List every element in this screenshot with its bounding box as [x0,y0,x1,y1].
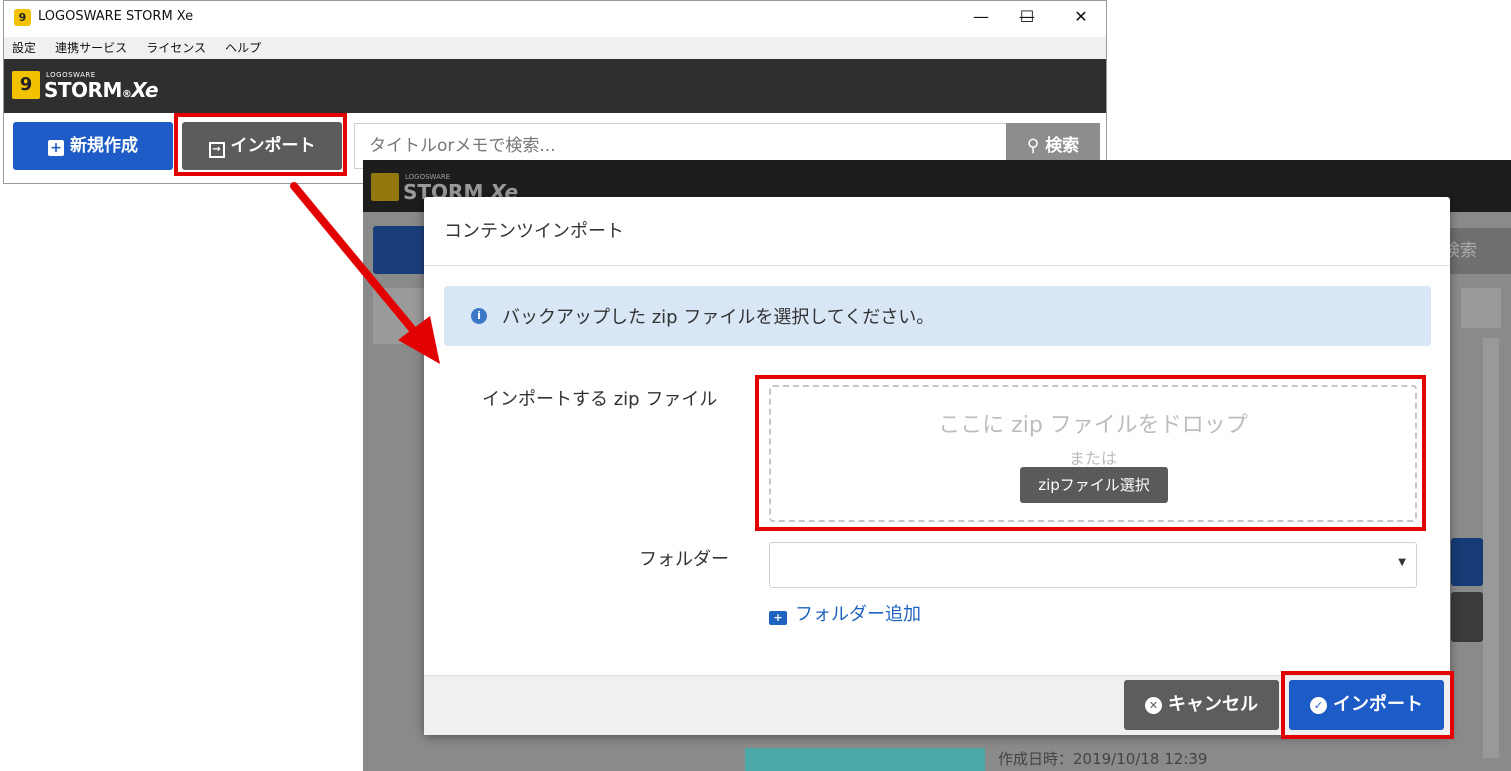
folder-label: フォルダー [639,549,729,570]
maximize-button[interactable]: ☐ [1004,1,1050,35]
folder-plus-icon: + [769,611,787,625]
menu-item-settings[interactable]: 設定 [12,37,36,59]
highlight-import-confirm [1281,671,1454,739]
menu-bar: 設定 連携サービス ライセンス ヘルプ [4,37,1106,59]
scrollbar[interactable] [1483,338,1499,758]
minimize-button-2[interactable]: — [958,1,1004,35]
modal-divider [424,265,1450,266]
new-content-button[interactable]: + 新規作成 [13,122,173,170]
content-created-date: 作成日時：2019/10/18 12:39 [998,750,1208,768]
window-title: LOGOSWARE STORM Xe [38,9,194,24]
highlight-import-toolbar [174,113,347,176]
close-button[interactable]: ✕ [1058,1,1104,35]
close-circle-icon: ✕ [1145,697,1162,714]
side-button-dimmed-2 [1451,592,1483,642]
menu-item-license[interactable]: ライセンス [146,37,206,59]
zip-file-label: インポートする zip ファイル [482,389,718,410]
add-folder-link[interactable]: + フォルダー追加 [769,600,921,626]
menu-item-help[interactable]: ヘルプ [225,37,261,59]
app-icon: 9 [14,9,31,26]
modal-title: コンテンツインポート [444,221,624,242]
logo-mark-icon: 9 [12,71,40,99]
search-icon: ⚲ [1026,136,1046,156]
info-text: バックアップした zip ファイルを選択してください。 [502,307,935,328]
brand-bar: 9 LOGOSWARE STORM®Xe [4,59,1106,113]
side-button-dimmed-1 [1451,538,1483,586]
info-alert: i バックアップした zip ファイルを選択してください。 [444,286,1431,346]
chevron-down-icon: ▼ [1398,557,1406,568]
title-bar: 9 LOGOSWARE STORM Xe — — ☐ ✕ [4,1,1106,35]
menu-item-integrations[interactable]: 連携サービス [55,37,127,59]
info-icon: i [471,308,487,324]
folder-select[interactable]: ▼ [769,542,1417,588]
nav-arrow-dimmed [1461,288,1501,328]
content-thumbnail [745,748,985,771]
add-icon: + [48,140,64,156]
cancel-button[interactable]: ✕ キャンセル [1124,680,1279,730]
highlight-dropzone [755,375,1426,531]
app-window: 9 LOGOSWARE STORM Xe — — ☐ ✕ 設定 連携サービス ラ… [3,0,1107,184]
